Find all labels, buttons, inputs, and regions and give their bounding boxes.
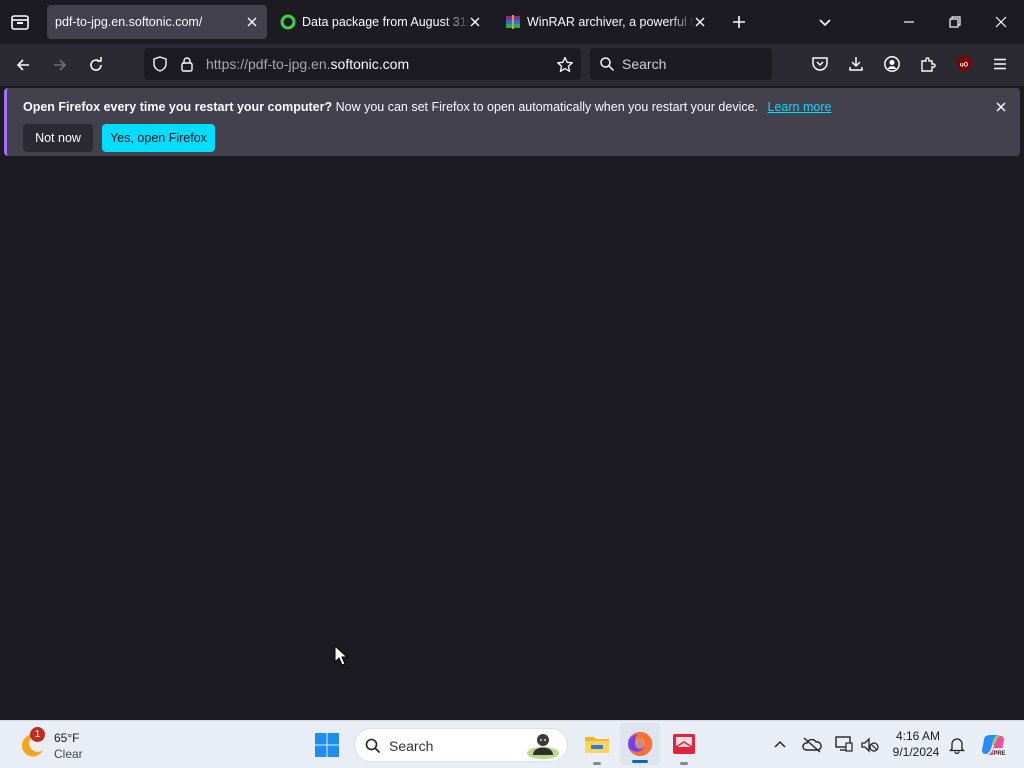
url-text[interactable]: https://pdf-to-jpg.en.softonic.com xyxy=(206,56,409,72)
forward-icon[interactable] xyxy=(51,56,69,74)
search-placeholder: Search xyxy=(622,56,667,72)
learn-more-link[interactable]: Learn more xyxy=(768,100,832,114)
weather-condition: Clear xyxy=(54,747,83,761)
active-indicator xyxy=(632,760,648,763)
notifications-bell-icon[interactable] xyxy=(948,736,966,754)
default-browser-notification: Open Firefox every time you restart your… xyxy=(4,88,1020,156)
mouse-cursor-icon xyxy=(334,645,348,667)
tab-title: WinRAR archiver, a powerful tool xyxy=(527,15,695,29)
green-ring-icon xyxy=(280,14,296,30)
yes-open-firefox-button[interactable]: Yes, open Firefox xyxy=(102,124,215,152)
ublock-origin-icon[interactable]: uO xyxy=(955,55,973,73)
url-prefix: https://pdf-to-jpg.en. xyxy=(206,56,331,72)
close-window-icon[interactable] xyxy=(993,14,1009,30)
address-bar[interactable]: https://pdf-to-jpg.en.softonic.com xyxy=(144,48,581,80)
weather-temperature: 65°F xyxy=(54,731,80,745)
notification-body: Now you can set Firefox to open automati… xyxy=(335,100,759,114)
close-notification-icon[interactable] xyxy=(994,100,1008,114)
not-now-button[interactable]: Not now xyxy=(23,124,93,152)
lock-icon[interactable] xyxy=(179,56,195,72)
taskbar-search-box[interactable]: Search xyxy=(354,728,568,762)
volume-muted-icon[interactable] xyxy=(860,736,880,754)
search-bar[interactable]: Search xyxy=(590,48,772,80)
weather-widget[interactable]: 1 65°F Clear xyxy=(4,723,114,767)
tracking-protection-shield-icon[interactable] xyxy=(152,56,168,72)
winrar-icon xyxy=(505,14,521,30)
svg-text:PRE: PRE xyxy=(993,751,1005,757)
taskbar-search-icon xyxy=(365,738,381,754)
tab-data-package[interactable]: Data package from August 31st xyxy=(272,5,490,39)
svg-text:uO: uO xyxy=(960,63,969,69)
page-content[interactable] xyxy=(0,160,1024,720)
tab-title: pdf-to-jpg.en.softonic.com/ xyxy=(55,15,203,29)
pocket-icon[interactable] xyxy=(811,55,829,73)
firefox-view-icon[interactable] xyxy=(10,12,30,32)
search-highlight-gorilla-icon xyxy=(523,731,563,761)
minimize-icon[interactable] xyxy=(901,14,917,30)
tab-strip: pdf-to-jpg.en.softonic.com/ Data package… xyxy=(0,0,1024,44)
clock-time[interactable]: 4:16 AM xyxy=(892,729,944,743)
navigation-toolbar: https://pdf-to-jpg.en.softonic.com Searc… xyxy=(0,44,1024,86)
onedrive-offline-icon[interactable] xyxy=(802,736,822,754)
windows-taskbar: 1 65°F Clear Search 4:16 AM 9/1/2024 PRE xyxy=(0,720,1024,768)
restore-icon[interactable] xyxy=(947,14,963,30)
list-all-tabs-icon[interactable] xyxy=(817,14,833,30)
file-explorer-icon[interactable] xyxy=(583,730,611,765)
show-hidden-icons-chevron-icon[interactable] xyxy=(772,737,788,753)
close-tab-icon[interactable] xyxy=(693,15,707,29)
tab-pdf-to-jpg[interactable]: pdf-to-jpg.en.softonic.com/ xyxy=(47,5,267,39)
firefox-icon xyxy=(626,730,654,758)
close-tab-icon[interactable] xyxy=(468,15,482,29)
notification-message: Open Firefox every time you restart your… xyxy=(23,100,831,114)
back-icon[interactable] xyxy=(14,56,32,74)
close-tab-icon[interactable] xyxy=(245,15,259,29)
extensions-puzzle-icon[interactable] xyxy=(919,55,937,73)
taskbar-search-label: Search xyxy=(389,738,434,754)
copilot-icon[interactable]: PRE xyxy=(980,732,1006,758)
url-host: softonic.com xyxy=(330,56,410,72)
tab-title: Data package from August 31st xyxy=(302,15,470,29)
search-icon xyxy=(599,56,615,72)
windows-start-icon[interactable] xyxy=(314,732,340,758)
pdf-app-icon[interactable] xyxy=(670,730,698,765)
account-icon[interactable] xyxy=(883,55,901,73)
running-indicator xyxy=(680,762,688,765)
display-network-icon[interactable] xyxy=(834,735,854,753)
firefox-taskbar-button[interactable] xyxy=(620,723,660,765)
new-tab-icon[interactable] xyxy=(731,14,747,30)
notification-title: Open Firefox every time you restart your… xyxy=(23,100,333,114)
clock-date[interactable]: 9/1/2024 xyxy=(888,745,944,759)
running-indicator xyxy=(593,762,601,765)
reload-icon[interactable] xyxy=(87,56,105,74)
weather-alert-badge: 1 xyxy=(30,727,45,742)
tab-winrar[interactable]: WinRAR archiver, a powerful tool xyxy=(497,5,715,39)
app-menu-icon[interactable] xyxy=(991,55,1009,73)
downloads-icon[interactable] xyxy=(847,55,865,73)
bookmark-star-icon[interactable] xyxy=(556,56,574,74)
